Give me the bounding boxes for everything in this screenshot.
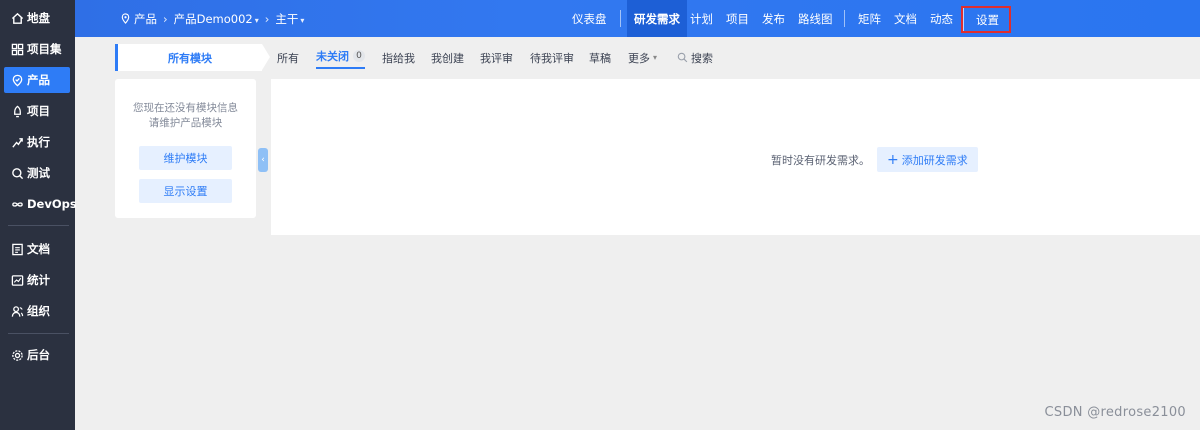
- gear-icon: [11, 349, 24, 362]
- sidebar-item-program[interactable]: 项目集: [4, 36, 70, 62]
- sidebar-item-statistics[interactable]: 统计: [4, 267, 70, 293]
- chevron-right-icon: ›: [264, 11, 270, 26]
- grid-icon: [11, 43, 24, 56]
- test-icon: [11, 167, 24, 180]
- nav-doc[interactable]: 文档: [894, 0, 917, 37]
- filter-reviewed-by-me[interactable]: 我评审: [480, 44, 513, 71]
- sidebar-item-label: 地盘: [27, 11, 50, 25]
- sidebar-divider: [8, 225, 69, 226]
- filter-created-by-me[interactable]: 我创建: [431, 44, 464, 71]
- add-requirement-button[interactable]: + 添加研发需求: [877, 147, 978, 172]
- filter-unclosed[interactable]: 未关闭 0: [316, 45, 365, 69]
- filter-pending-my-review[interactable]: 待我评审: [530, 44, 574, 71]
- breadcrumb-product: 产品Demo002: [173, 11, 253, 26]
- breadcrumb-product-switcher[interactable]: 产品Demo002 ▾: [174, 11, 259, 27]
- sidebar-item-test[interactable]: 测试: [4, 160, 70, 186]
- chevron-left-icon: ‹: [261, 155, 265, 165]
- chevron-down-icon: ▾: [653, 53, 658, 62]
- nav-settings[interactable]: 设置: [961, 6, 1011, 33]
- sidebar-item-label: 文档: [27, 242, 50, 256]
- chevron-down-icon: ▾: [254, 15, 259, 25]
- module-empty-line2: 请维护产品模块: [148, 117, 223, 129]
- nav-roadmap[interactable]: 路线图: [798, 0, 833, 37]
- search-label: 搜索: [691, 51, 713, 65]
- project-icon: [11, 105, 24, 118]
- nav-matrix[interactable]: 矩阵: [858, 0, 881, 37]
- module-tree-panel: 您现在还没有模块信息 请维护产品模块 维护模块 显示设置: [115, 79, 256, 218]
- nav-dynamic[interactable]: 动态: [930, 0, 953, 37]
- module-empty-line1: 您现在还没有模块信息: [133, 102, 238, 114]
- chevron-right-icon: ›: [163, 11, 168, 26]
- module-empty-message: 您现在还没有模块信息 请维护产品模块: [115, 101, 256, 131]
- sidebar: 地盘 项目集 产品 项目 执行 测试 DevOps 文档 统计 组织 后台: [0, 0, 77, 430]
- breadcrumb: 产品 › 产品Demo002 ▾ › 主干 ▾: [120, 0, 304, 37]
- breadcrumb-branch: 主干: [275, 11, 299, 26]
- maintain-modules-button[interactable]: 维护模块: [139, 146, 232, 170]
- nav-divider: [620, 10, 621, 27]
- chevron-down-icon: ▾: [300, 15, 305, 25]
- filter-assigned-to-me[interactable]: 指给我: [382, 44, 415, 71]
- org-icon: [11, 305, 24, 318]
- sidebar-item-project[interactable]: 项目: [4, 98, 70, 124]
- nav-plan[interactable]: 计划: [690, 0, 713, 37]
- home-icon: [11, 12, 24, 25]
- sidebar-item-execution[interactable]: 执行: [4, 129, 70, 155]
- location-icon: [120, 13, 131, 24]
- sidebar-item-organization[interactable]: 组织: [4, 298, 70, 324]
- sidebar-item-label: 执行: [27, 135, 50, 149]
- sidebar-item-label: 产品: [27, 73, 50, 87]
- sidebar-item-label: DevOps: [27, 197, 77, 211]
- sidebar-item-product[interactable]: 产品: [4, 67, 70, 93]
- empty-state: 暂时没有研发需求。 + 添加研发需求: [771, 147, 978, 172]
- breadcrumb-root[interactable]: 产品: [134, 11, 157, 27]
- breadcrumb-branch-switcher[interactable]: 主干 ▾: [275, 11, 304, 27]
- sidebar-item-doc[interactable]: 文档: [4, 236, 70, 262]
- sidebar-item-dashboard[interactable]: 地盘: [4, 5, 70, 31]
- display-settings-button[interactable]: 显示设置: [139, 179, 232, 203]
- filter-unclosed-label: 未关闭: [316, 50, 349, 63]
- doc-icon: [11, 243, 24, 256]
- sidebar-item-devops[interactable]: DevOps: [4, 191, 77, 217]
- nav-dashboard[interactable]: 仪表盘: [572, 0, 607, 37]
- infinity-icon: [11, 198, 24, 211]
- add-requirement-label: 添加研发需求: [901, 153, 968, 167]
- count-badge: 0: [353, 50, 365, 62]
- search-icon: [677, 52, 688, 63]
- sidebar-item-label: 测试: [27, 166, 50, 180]
- nav-divider: [844, 10, 845, 27]
- chart-icon: [11, 274, 24, 287]
- requirements-list-panel: 暂时没有研发需求。 + 添加研发需求: [271, 79, 1200, 235]
- sidebar-divider: [8, 333, 69, 334]
- watermark: CSDN @redrose2100: [1044, 405, 1186, 420]
- nav-project[interactable]: 项目: [726, 0, 749, 37]
- filter-more-dropdown[interactable]: 更多 ▾: [628, 44, 657, 71]
- product-icon: [11, 74, 24, 87]
- nav-release[interactable]: 发布: [762, 0, 785, 37]
- sidebar-item-label: 后台: [27, 348, 50, 362]
- search-button[interactable]: 搜索: [677, 44, 713, 71]
- run-icon: [11, 136, 24, 149]
- filter-more-label: 更多: [628, 51, 650, 65]
- collapse-sidebar-handle[interactable]: ‹: [258, 148, 268, 172]
- nav-requirements[interactable]: 研发需求: [627, 0, 687, 37]
- sidebar-item-label: 项目集: [27, 42, 62, 56]
- plus-icon: +: [887, 151, 899, 168]
- sidebar-item-admin[interactable]: 后台: [4, 342, 70, 368]
- sidebar-item-label: 统计: [27, 273, 50, 287]
- all-modules-tab[interactable]: 所有模块: [115, 44, 270, 71]
- filter-draft[interactable]: 草稿: [589, 44, 611, 71]
- filter-all[interactable]: 所有: [277, 44, 299, 71]
- sidebar-item-label: 组织: [27, 304, 50, 318]
- sidebar-item-label: 项目: [27, 104, 50, 118]
- top-header: 产品 › 产品Demo002 ▾ › 主干 ▾ 仪表盘 研发需求 计划 项目 发布 …: [75, 0, 1200, 37]
- empty-requirements-text: 暂时没有研发需求。: [771, 153, 870, 167]
